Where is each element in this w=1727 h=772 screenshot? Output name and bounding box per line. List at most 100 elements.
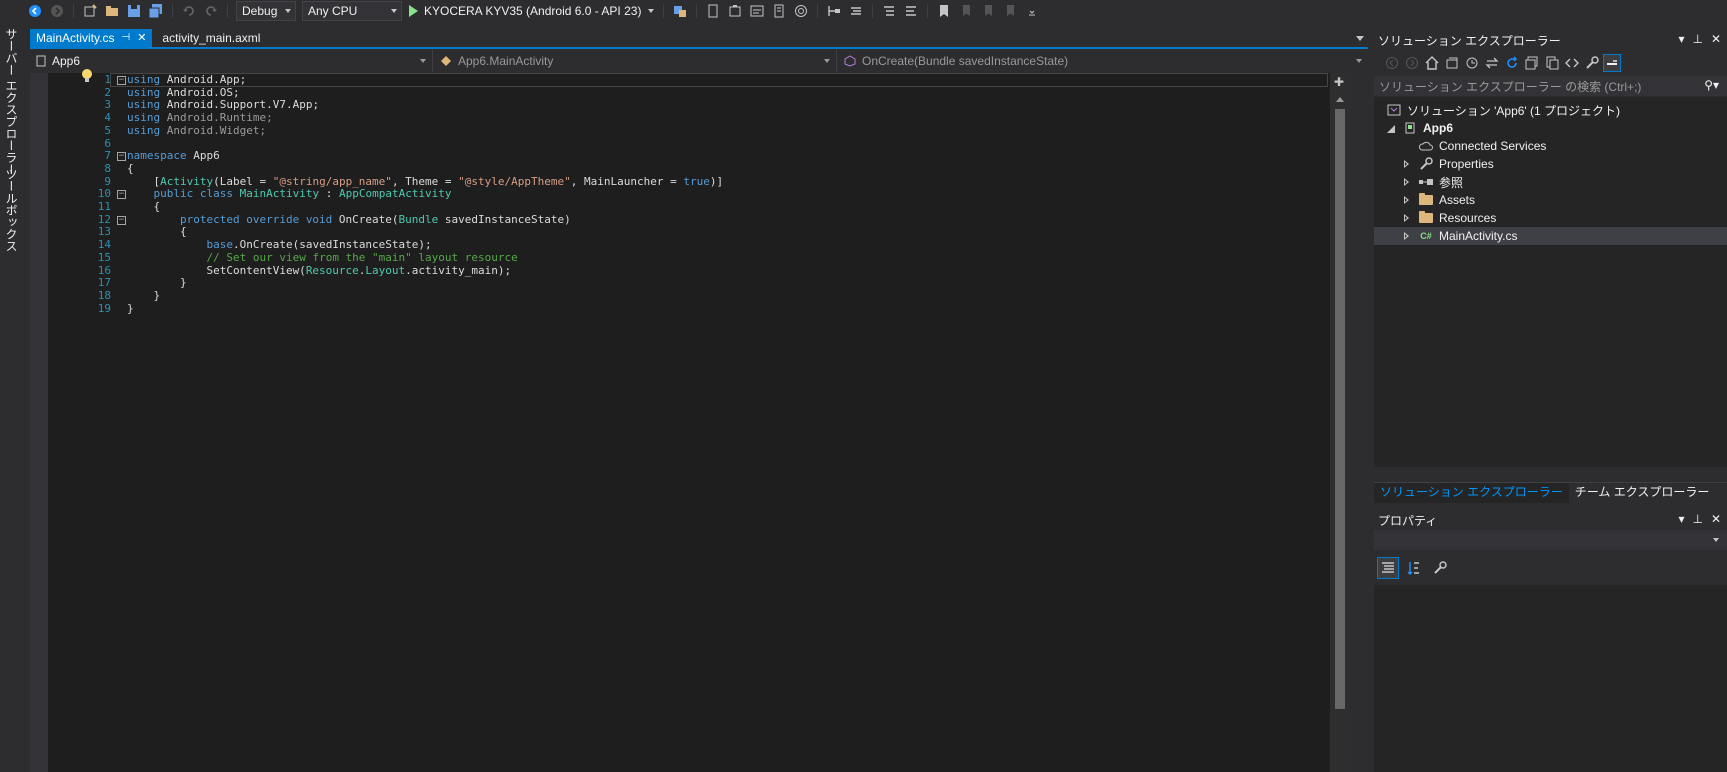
tab-activity-main-axml[interactable]: activity_main.axml: [156, 29, 266, 47]
close-icon[interactable]: ✕: [1711, 32, 1721, 46]
clear-bookmarks-icon[interactable]: [1002, 3, 1018, 19]
panel-options-icon[interactable]: ▾: [1678, 512, 1684, 526]
collapsed-arrow-icon[interactable]: [1402, 177, 1412, 187]
save-icon[interactable]: [126, 3, 142, 19]
show-all-files-icon[interactable]: [1544, 55, 1560, 71]
property-grid[interactable]: [1374, 585, 1727, 772]
pin-icon[interactable]: ⊣: [121, 30, 130, 46]
code-token: Android.App;: [160, 73, 247, 86]
expanded-arrow-icon[interactable]: [1386, 123, 1396, 133]
home-icon[interactable]: [1424, 55, 1440, 71]
code-token: public class: [153, 187, 233, 201]
view-code-icon[interactable]: [1564, 55, 1580, 71]
uncomment-lines-icon[interactable]: [903, 3, 919, 19]
server-explorer-tab[interactable]: サーバー エクスプローラー: [3, 28, 20, 175]
collapse-region-icon[interactable]: −: [117, 215, 126, 225]
step-over-icon[interactable]: [848, 3, 864, 19]
code-token: , MainLauncher =: [570, 174, 684, 188]
step-into-icon[interactable]: [826, 3, 842, 19]
solution-search-input[interactable]: ソリューション エクスプローラー の検索 (Ctrl+;) ⚲▾: [1374, 76, 1727, 96]
collapse-region-icon[interactable]: −: [117, 152, 126, 162]
navigate-forward-icon[interactable]: [49, 3, 65, 19]
categorized-view-icon[interactable]: [1377, 557, 1399, 579]
tree-node-solution[interactable]: ソリューション 'App6' (1 プロジェクト): [1374, 101, 1727, 119]
comment-lines-icon[interactable]: [881, 3, 897, 19]
solution-explorer-panel: ソリューション エクスプローラー ▾ ⊥ ✕ ソリューション エクスプローラー …: [1374, 29, 1727, 503]
collapse-region-icon[interactable]: −: [117, 76, 126, 85]
bookmark-icon[interactable]: [936, 3, 952, 19]
solution-panel-tabs: ソリューション エクスプローラー チーム エクスプローラー: [1374, 482, 1727, 503]
tree-node-connected-services[interactable]: Connected Services: [1374, 137, 1727, 155]
collapsed-arrow-icon[interactable]: [1402, 231, 1412, 241]
search-icon[interactable]: ⚲▾: [1704, 78, 1719, 92]
collapse-all-icon[interactable]: [1524, 55, 1540, 71]
forward-icon[interactable]: [1404, 55, 1420, 71]
tree-node-references[interactable]: 参照: [1374, 173, 1727, 191]
android-emulator-icon[interactable]: [727, 3, 743, 19]
device-log-icon[interactable]: [749, 3, 765, 19]
tree-node-mainactivity-cs[interactable]: C# MainActivity.cs: [1374, 227, 1727, 245]
tree-node-assets[interactable]: Assets: [1374, 191, 1727, 209]
new-project-icon[interactable]: [82, 3, 98, 19]
collapsed-arrow-icon[interactable]: [1402, 195, 1412, 205]
pin-icon[interactable]: ⊥: [1692, 512, 1702, 526]
device-screenshot-icon[interactable]: [771, 3, 787, 19]
toolbox-tab[interactable]: ツールボックス: [3, 168, 20, 252]
tab-mainactivity-cs[interactable]: MainActivity.cs ⊣ ✕: [30, 29, 153, 47]
close-icon[interactable]: ✕: [1711, 512, 1721, 526]
code-token: savedInstanceState): [438, 212, 571, 226]
properties-wrench-icon[interactable]: [1584, 55, 1600, 71]
switch-views-icon[interactable]: [1444, 55, 1460, 71]
code-editor[interactable]: 1− using Android.App; 2 using Android.OS; 3 u…: [30, 69, 1350, 772]
collapsed-arrow-icon[interactable]: [1402, 213, 1412, 223]
redo-icon[interactable]: [203, 3, 219, 19]
code-token: Android.OS;: [160, 85, 240, 99]
navigate-back-icon[interactable]: [27, 3, 43, 19]
collapsed-arrow-icon[interactable]: [1402, 159, 1412, 169]
device-manager-icon[interactable]: [672, 3, 688, 19]
code-token: )]: [709, 174, 724, 188]
previous-bookmark-icon[interactable]: [958, 3, 974, 19]
pin-icon[interactable]: ⊥: [1692, 32, 1702, 46]
refresh-icon[interactable]: [1504, 55, 1520, 71]
solution-configuration-dropdown[interactable]: Debug: [236, 1, 296, 21]
scrollbar-thumb[interactable]: [1335, 109, 1345, 709]
split-window-icon[interactable]: ✚: [1334, 75, 1344, 89]
tree-node-project[interactable]: App6: [1374, 119, 1727, 137]
alphabetical-sort-icon[interactable]: [1404, 558, 1424, 578]
code-token: Resource: [305, 263, 359, 277]
tab-solution-explorer[interactable]: ソリューション エクスプローラー: [1374, 483, 1569, 503]
preview-selected-items-icon[interactable]: [1603, 54, 1621, 72]
back-icon[interactable]: [1384, 55, 1400, 71]
property-pages-wrench-icon[interactable]: [1430, 558, 1450, 578]
undo-icon[interactable]: [181, 3, 197, 19]
tree-node-properties[interactable]: Properties: [1374, 155, 1727, 173]
vertical-scrollbar[interactable]: ✚: [1330, 73, 1350, 772]
code-line[interactable]: 19}: [30, 302, 1320, 316]
property-object-selector[interactable]: [1374, 530, 1727, 550]
profiler-icon[interactable]: [793, 3, 809, 19]
solution-explorer-toolbar: [1374, 51, 1727, 75]
next-bookmark-icon[interactable]: [980, 3, 996, 19]
collapse-region-icon[interactable]: −: [117, 190, 126, 200]
chevron-down-icon: [1713, 538, 1719, 542]
panel-options-icon[interactable]: ▾: [1678, 32, 1684, 46]
tab-list-dropdown-icon[interactable]: [1356, 36, 1364, 41]
pending-changes-filter-icon[interactable]: [1464, 55, 1480, 71]
folder-icon: [1418, 193, 1434, 207]
tab-team-explorer[interactable]: チーム エクスプローラー: [1569, 483, 1716, 503]
member-dropdown[interactable]: OnCreate(Bundle savedInstanceState): [838, 50, 1368, 72]
scroll-up-arrow-icon[interactable]: [1336, 97, 1344, 102]
solution-platform-dropdown[interactable]: Any CPU: [302, 1, 402, 21]
sync-with-document-icon[interactable]: [1484, 55, 1500, 71]
open-file-icon[interactable]: [104, 3, 120, 19]
save-all-icon[interactable]: [148, 3, 164, 19]
tree-node-resources[interactable]: Resources: [1374, 209, 1727, 227]
start-debugging-button[interactable]: KYOCERA KYV35 (Android 6.0 - API 23): [409, 4, 655, 18]
android-sdk-icon[interactable]: [705, 3, 721, 19]
lightbulb-icon[interactable]: [80, 68, 94, 84]
close-icon[interactable]: ✕: [137, 30, 146, 46]
toolbar-overflow-icon[interactable]: [1024, 3, 1040, 19]
class-dropdown[interactable]: App6.MainActivity: [434, 50, 837, 72]
code-token: , Theme =: [391, 174, 459, 188]
